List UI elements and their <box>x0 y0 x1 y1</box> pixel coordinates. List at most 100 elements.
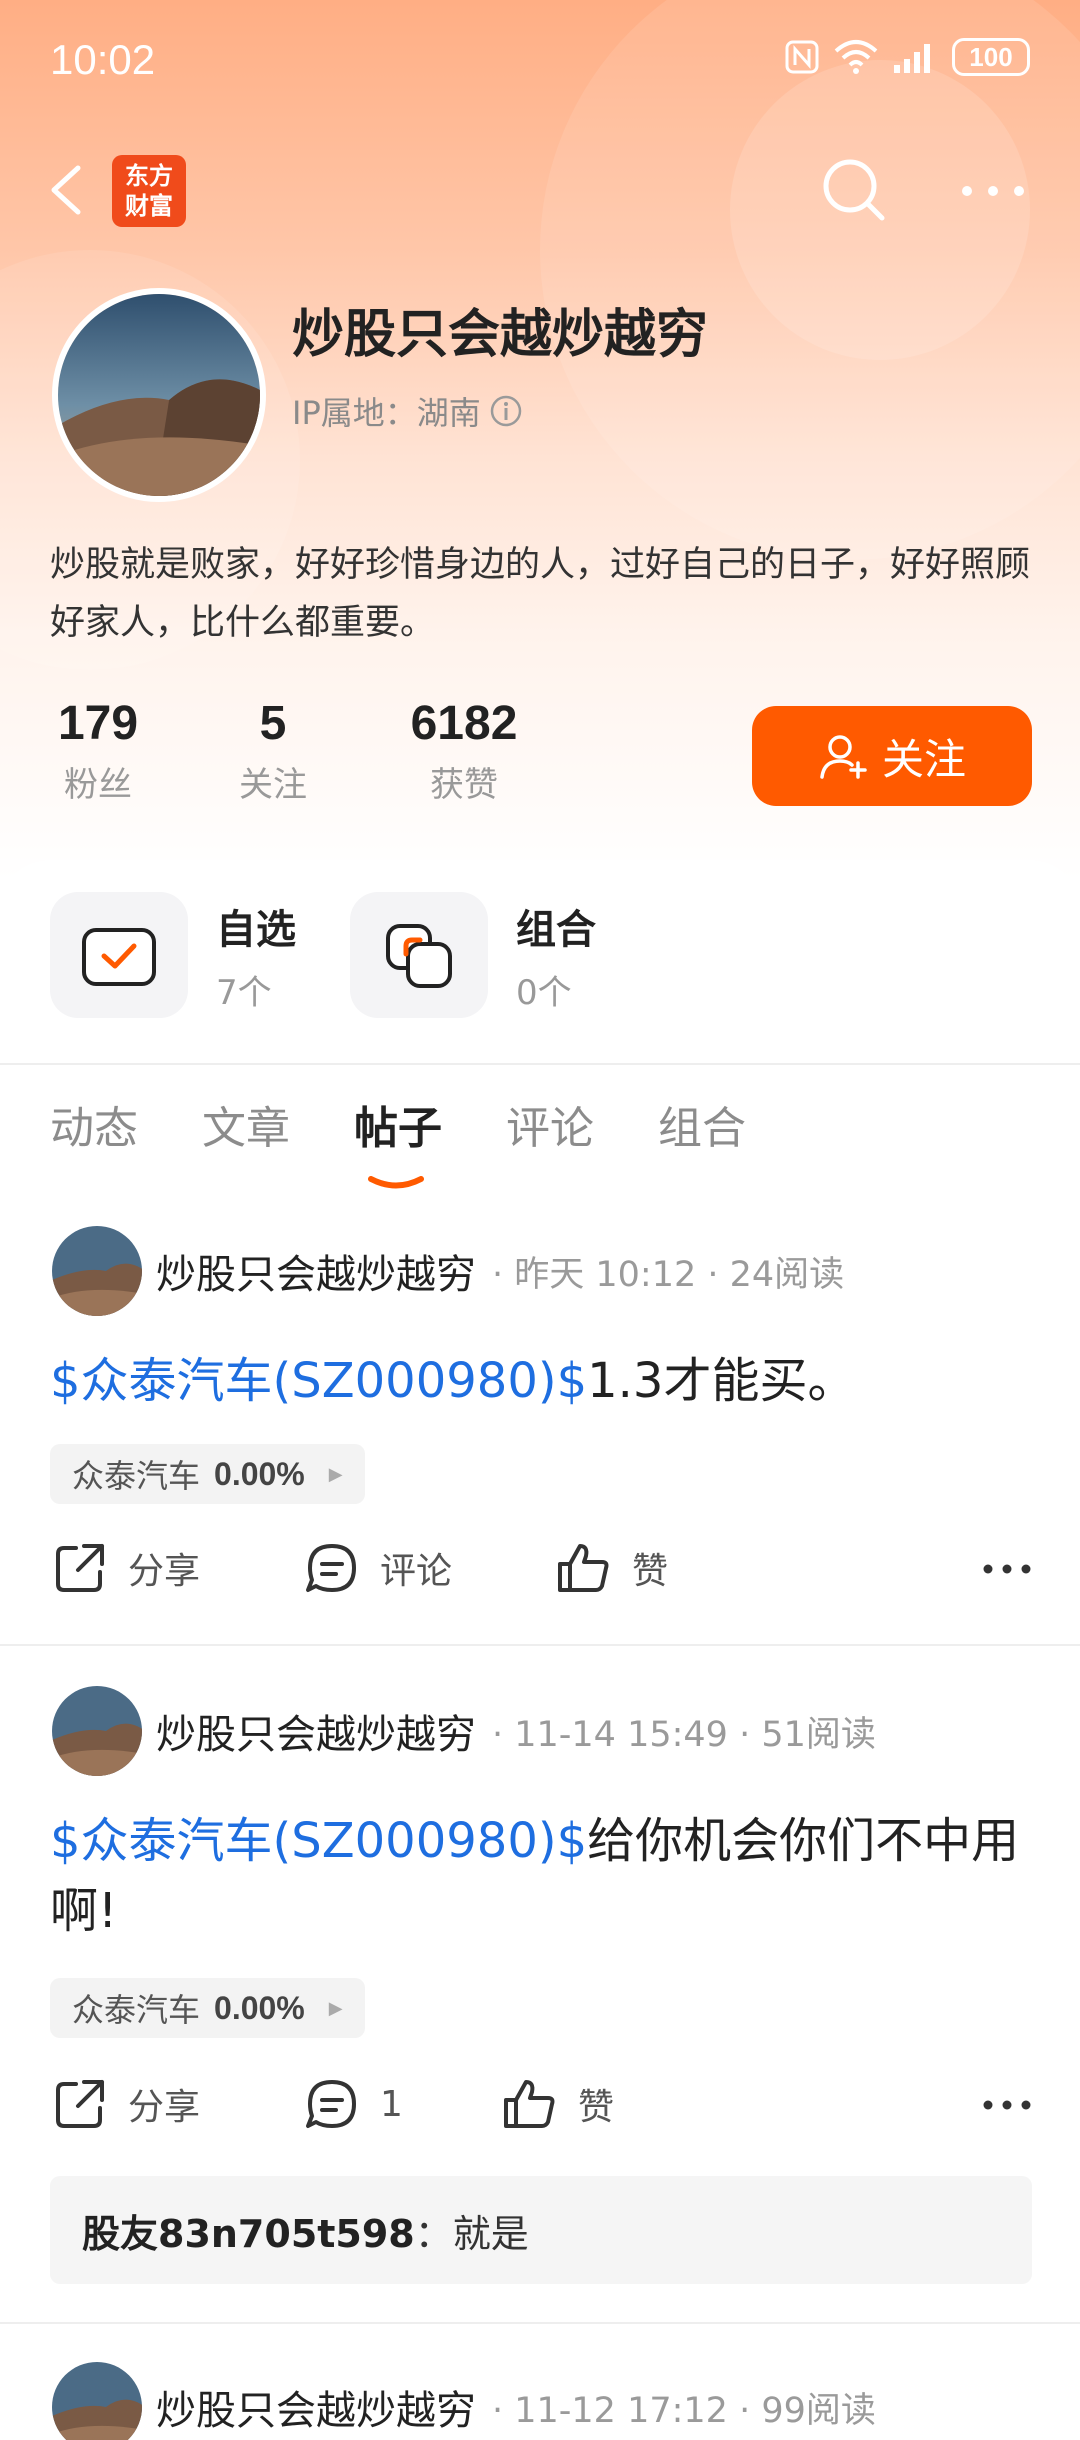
post-header: 炒股只会越炒越穷 · 11-12 17:12 · 99阅读 <box>52 2362 876 2440</box>
post-content[interactable]: $众泰汽车(SZ000980)$1.3才能买。 <box>50 1346 1040 1416</box>
more-dots-icon[interactable] <box>982 2098 1032 2112</box>
like-button[interactable]: 赞 <box>502 2076 614 2132</box>
stat-value: 6182 <box>410 697 518 750</box>
stock-link[interactable]: $众泰汽车(SZ000980)$ <box>50 1813 587 1869</box>
follow-button[interactable]: 关注 <box>752 706 1032 806</box>
comment-count: 1 <box>380 2083 403 2125</box>
add-user-icon <box>820 735 867 779</box>
more-dots-icon[interactable] <box>982 1562 1032 1576</box>
stock-tag[interactable]: 众泰汽车 0.00% ▶ <box>50 1978 365 2038</box>
desert-dune-image <box>58 294 260 496</box>
post-meta: · 昨天 10:12 · 24阅读 <box>492 1254 845 1295</box>
back-button[interactable] <box>40 150 100 230</box>
shortcut-watchlist[interactable]: 自选 7个 <box>50 892 296 1018</box>
post-content[interactable]: $众泰汽车(SZ000980)$给你机会你们不中用啊! <box>50 1806 1040 1946</box>
tab-label: 帖子 <box>354 1103 442 1154</box>
status-time: 10:02 <box>50 36 156 83</box>
stat-label: 关注 <box>239 765 307 805</box>
status-icons: 100 <box>784 38 1030 76</box>
follow-label: 关注 <box>881 734 966 784</box>
search-icon <box>823 159 885 221</box>
more-dots-icon <box>962 186 1024 196</box>
logo-text: 东方 <box>125 162 173 190</box>
shortcut-text: 组合 0个 <box>516 897 596 1014</box>
tab-posts[interactable]: 帖子 <box>354 1092 442 1189</box>
comment-user[interactable]: 股友83n705t598 <box>82 2203 415 2258</box>
checkbox-icon <box>82 928 156 986</box>
author-avatar[interactable] <box>52 1226 142 1316</box>
divider <box>0 1063 1080 1065</box>
like-label: 赞 <box>632 1551 669 1592</box>
comment-icon <box>306 1544 356 1592</box>
thumbs-up-icon <box>504 2080 555 2128</box>
stock-link[interactable]: $众泰汽车(SZ000980)$ <box>50 1353 587 1409</box>
ip-location: IP属地：湖南 <box>292 388 523 434</box>
shortcut-portfolio[interactable]: 组合 0个 <box>350 892 596 1018</box>
comment-button[interactable]: 1 <box>304 2076 403 2132</box>
shortcut-count: 7个 <box>216 972 272 1013</box>
post-actions: 分享 评论 赞 <box>52 1540 1032 1610</box>
stock-tag-name: 众泰汽车 <box>72 1457 201 1495</box>
shortcut-icon-box <box>350 892 488 1018</box>
post-header: 炒股只会越炒越穷 · 11-14 15:49 · 51阅读 <box>52 1686 876 1776</box>
post-meta: · 11-14 15:49 · 51阅读 <box>492 1714 876 1755</box>
app-logo[interactable]: 东方 财富 <box>112 155 186 227</box>
share-button[interactable]: 分享 <box>52 2076 200 2132</box>
shortcut-count: 0个 <box>516 972 572 1013</box>
post-header: 炒股只会越炒越穷 · 昨天 10:12 · 24阅读 <box>52 1226 844 1316</box>
logo-text: 财富 <box>125 192 173 220</box>
share-label: 分享 <box>128 1551 201 1592</box>
divider <box>0 2322 1080 2324</box>
active-tab-indicator <box>368 1176 424 1189</box>
more-options-button[interactable] <box>958 178 1028 204</box>
tab-comments[interactable]: 评论 <box>506 1092 594 1156</box>
stat-label: 粉丝 <box>64 765 132 805</box>
shortcut-text: 自选 7个 <box>216 897 296 1014</box>
thumbs-up-icon <box>558 1544 609 1592</box>
stat-value: 5 <box>259 697 287 750</box>
desert-dune-image <box>52 2362 142 2440</box>
profile-bio: 炒股就是败家，好好珍惜身边的人，过好自己的日子，好好照顾好家人，比什么都重要。 <box>50 545 1031 643</box>
status-bar: 10:02 100 <box>0 0 1080 120</box>
shortcut-icon-box <box>50 892 188 1018</box>
author-avatar[interactable] <box>52 2362 142 2440</box>
stock-tag-change: 0.00% <box>214 1989 305 2026</box>
stat-value: 179 <box>57 697 139 750</box>
stock-tag[interactable]: 众泰汽车 0.00% ▶ <box>50 1444 365 1504</box>
tab-activity[interactable]: 动态 <box>50 1092 138 1156</box>
comment-label: 评论 <box>380 1551 453 1592</box>
divider <box>0 1644 1080 1646</box>
stock-tag-name: 众泰汽车 <box>72 1991 201 2029</box>
stock-tag-change: 0.00% <box>214 1455 305 1492</box>
like-label: 赞 <box>578 2087 615 2128</box>
stat-following[interactable]: 5 关注 <box>238 696 308 806</box>
comment-icon <box>306 2080 356 2128</box>
stat-likes[interactable]: 6182 获赞 <box>404 696 524 806</box>
post-author[interactable]: 炒股只会越炒越穷 <box>156 1242 476 1300</box>
post-text: 1.3才能买。 <box>587 1353 856 1409</box>
stat-label: 获赞 <box>430 765 498 805</box>
post-author[interactable]: 炒股只会越炒越穷 <box>156 1702 476 1760</box>
comment-button[interactable]: 评论 <box>304 1540 452 1596</box>
comment-preview[interactable]: 股友83n705t598 ：就是 <box>50 2176 1032 2284</box>
search-button[interactable] <box>816 152 892 228</box>
tab-articles[interactable]: 文章 <box>202 1092 290 1156</box>
info-icon[interactable] <box>489 394 523 428</box>
author-avatar[interactable] <box>52 1686 142 1776</box>
tab-portfolio[interactable]: 组合 <box>658 1092 746 1156</box>
desert-dune-image <box>52 1226 142 1316</box>
ip-location-text: IP属地：湖南 <box>292 394 481 432</box>
post-author[interactable]: 炒股只会越炒越穷 <box>156 2378 476 2436</box>
nfc-icon <box>785 40 819 74</box>
profile-avatar[interactable] <box>52 288 266 502</box>
profile-username: 炒股只会越炒越穷 <box>292 305 709 365</box>
caret-right-icon: ▶ <box>328 1463 343 1485</box>
portfolio-icon <box>386 924 452 988</box>
share-icon <box>56 2080 104 2128</box>
post-meta: · 11-12 17:12 · 99阅读 <box>492 2390 876 2431</box>
share-button[interactable]: 分享 <box>52 1540 200 1596</box>
desert-dune-image <box>52 1686 142 1776</box>
battery-indicator: 100 <box>952 38 1030 76</box>
stat-fans[interactable]: 179 粉丝 <box>50 696 146 806</box>
like-button[interactable]: 赞 <box>556 1540 668 1596</box>
